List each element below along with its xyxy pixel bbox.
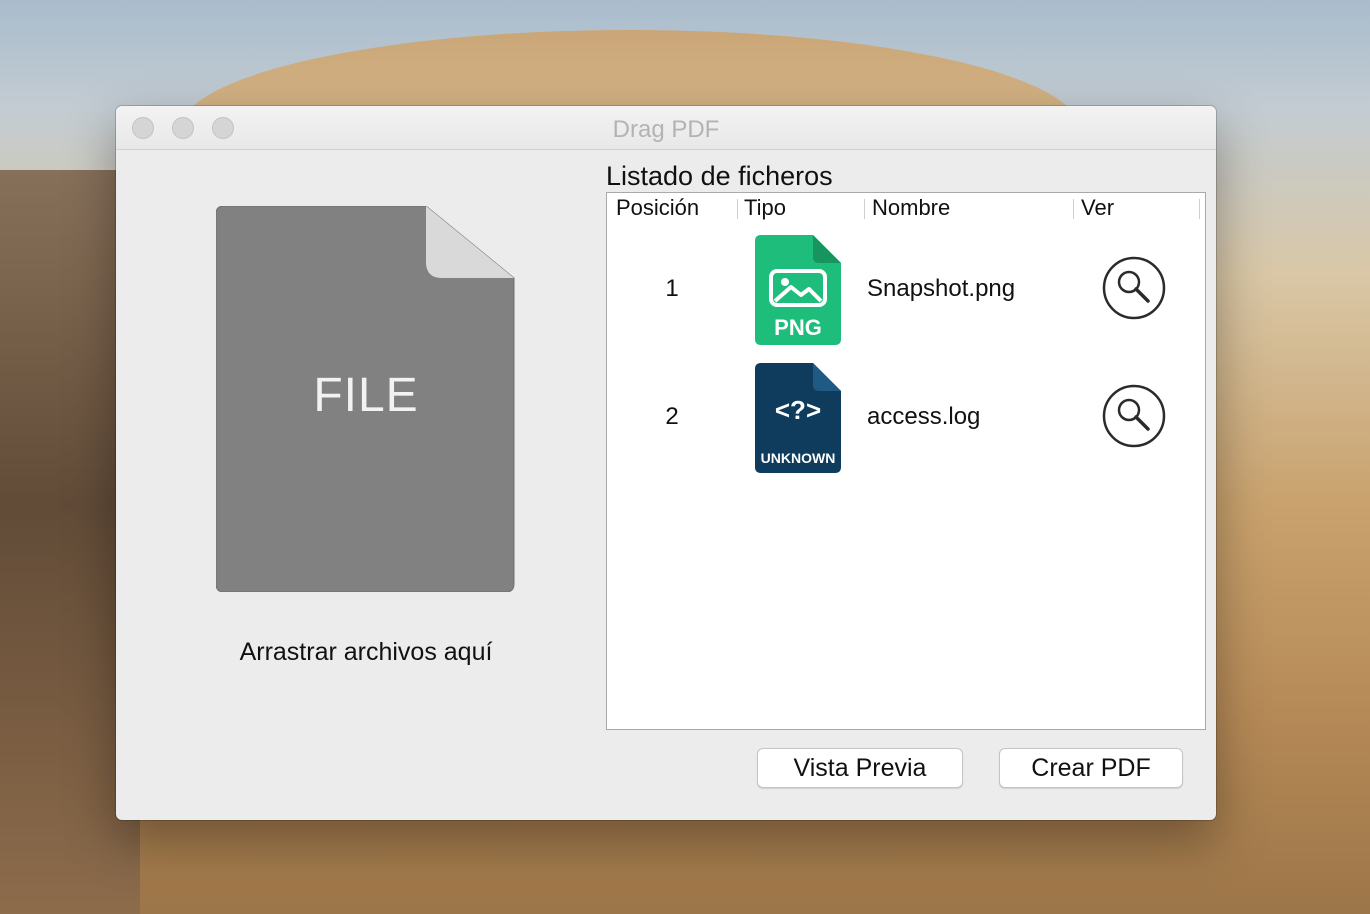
file-icon-label: FILE <box>313 369 419 422</box>
app-window: Drag PDF FILE Arrastrar archivos aquí Li… <box>116 106 1216 820</box>
table-row[interactable]: 1 PNG Snapshot.png <box>607 233 1205 361</box>
unknown-type-label: UNKNOWN <box>761 450 836 466</box>
create-pdf-button[interactable]: Crear PDF <box>999 748 1183 788</box>
column-header-name[interactable]: Nombre <box>872 195 950 221</box>
column-header-type[interactable]: Tipo <box>744 195 786 221</box>
png-file-icon: PNG <box>755 235 841 345</box>
unknown-file-icon: <?> UNKNOWN <box>755 363 841 473</box>
column-header-position[interactable]: Posición <box>616 195 699 221</box>
magnifier-icon[interactable] <box>1102 256 1166 320</box>
column-divider[interactable] <box>1073 199 1074 219</box>
magnifier-icon[interactable] <box>1102 384 1166 448</box>
drop-zone[interactable]: FILE <box>216 206 516 592</box>
table-header: Posición Tipo Nombre Ver <box>607 193 1205 225</box>
table-row[interactable]: 2 <?> UNKNOWN access.log <box>607 361 1205 489</box>
drop-hint-text: Arrastrar archivos aquí <box>239 638 493 666</box>
file-table[interactable]: Posición Tipo Nombre Ver 1 PNG Snapshot.… <box>606 192 1206 730</box>
file-list-title: Listado de ficheros <box>606 161 833 191</box>
column-divider[interactable] <box>737 199 738 219</box>
png-type-label: PNG <box>774 315 822 340</box>
unknown-glyph: <?> <box>775 395 821 425</box>
column-divider[interactable] <box>1199 199 1200 219</box>
position-cell: 1 <box>665 275 679 302</box>
position-cell: 2 <box>665 403 679 430</box>
preview-button[interactable]: Vista Previa <box>757 748 963 788</box>
column-divider[interactable] <box>864 199 865 219</box>
window-title: Drag PDF <box>612 116 720 143</box>
file-name-cell: access.log <box>867 403 981 430</box>
column-header-view[interactable]: Ver <box>1081 195 1114 221</box>
title-bar[interactable]: Drag PDF <box>116 106 1216 150</box>
file-name-cell: Snapshot.png <box>867 275 1016 302</box>
